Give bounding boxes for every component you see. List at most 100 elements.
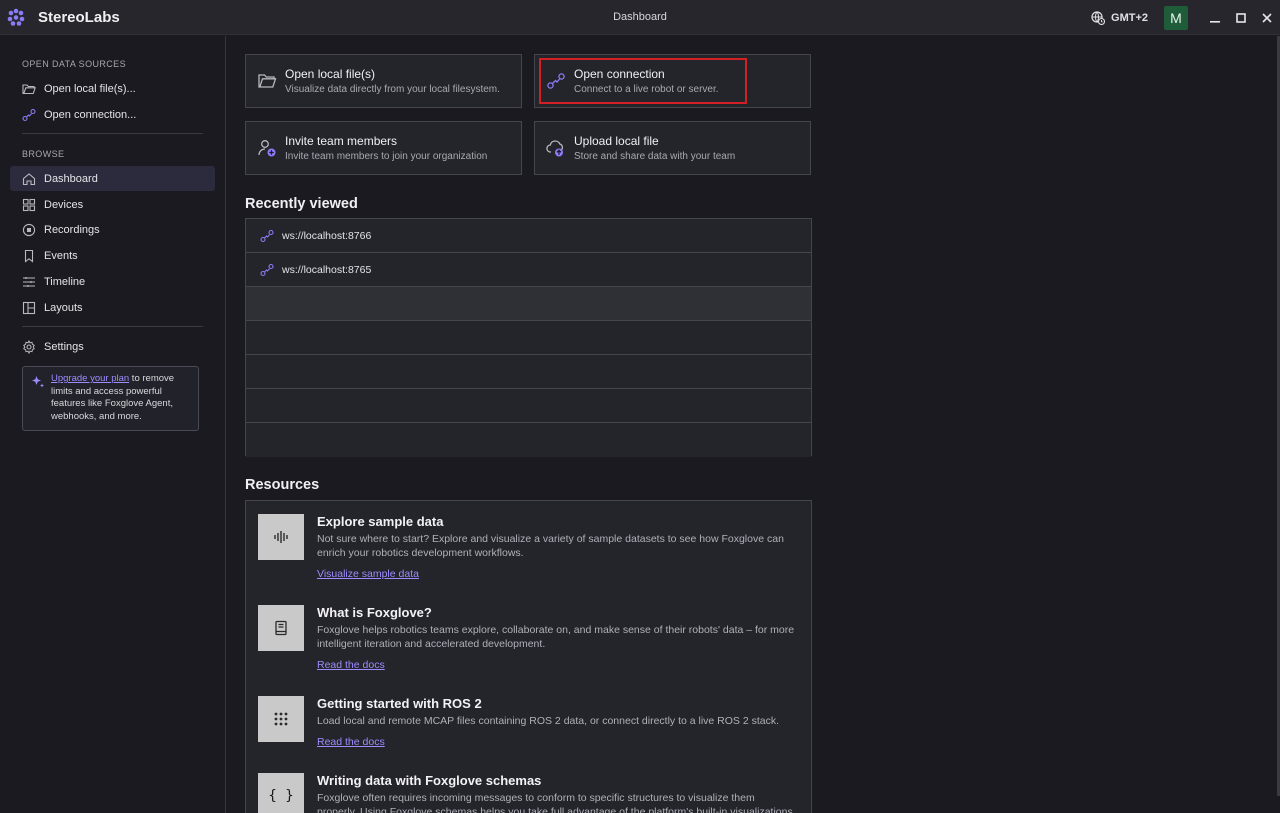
browse-heading: BROWSE — [22, 149, 65, 159]
resources-panel: Explore sample data Not sure where to st… — [245, 500, 812, 813]
close-button[interactable] — [1254, 0, 1280, 35]
resource-description: Not sure where to start? Explore and vis… — [317, 533, 784, 559]
recent-item-label: ws://localhost:8765 — [282, 263, 372, 276]
brand-name[interactable]: StereoLabs — [38, 9, 120, 26]
resource-title: What is Foxglove? — [317, 605, 432, 620]
empty-row — [246, 423, 811, 457]
resource-item: { } Writing data with Foxglove schemas F… — [258, 773, 798, 813]
braces-icon: { } — [268, 788, 294, 804]
timezone-selector[interactable]: GMT+2 — [1091, 10, 1148, 25]
upgrade-banner: Upgrade your plan to remove limits and a… — [22, 366, 199, 431]
empty-row — [246, 287, 811, 321]
empty-row — [246, 355, 811, 389]
timezone-label: GMT+2 — [1111, 11, 1148, 24]
resource-thumbnail — [258, 605, 304, 651]
empty-row — [246, 321, 811, 355]
recent-item[interactable]: ws://localhost:8765 — [246, 253, 811, 287]
dots-grid-icon — [274, 712, 288, 726]
layouts-icon — [22, 301, 36, 314]
minimize-icon — [1210, 20, 1220, 23]
card-title: Open local file(s) — [285, 67, 376, 81]
title-bar: StereoLabs Dashboard GMT+2 M — [0, 0, 1280, 35]
maximize-button[interactable] — [1228, 0, 1254, 35]
minimize-button[interactable] — [1202, 0, 1228, 35]
sidebar-item-label: Timeline — [44, 275, 86, 288]
sidebar-item-events[interactable]: Events — [10, 243, 215, 268]
sidebar-item-label: Dashboard — [44, 172, 98, 185]
card-subtitle: Visualize data directly from your local … — [285, 84, 500, 95]
sidebar-divider — [22, 133, 203, 134]
resource-title: Writing data with Foxglove schemas — [317, 773, 542, 788]
recently-viewed-heading: Recently viewed — [245, 196, 358, 212]
sidebar-item-layouts[interactable]: Layouts — [10, 295, 215, 320]
sidebar-item-open-connection[interactable]: Open connection... — [10, 102, 215, 127]
empty-row — [246, 389, 811, 423]
close-icon — [1262, 12, 1272, 23]
read-the-docs-link[interactable]: Read the docs — [317, 659, 385, 671]
visualize-sample-data-link[interactable]: Visualize sample data — [317, 568, 419, 580]
resource-item: Getting started with ROS 2 Load local an… — [258, 696, 798, 766]
sidebar-item-open-local-files[interactable]: Open local file(s)... — [10, 76, 215, 101]
card-subtitle: Invite team members to join your organiz… — [285, 151, 488, 162]
sidebar-item-label: Events — [44, 249, 78, 262]
sidebar: OPEN DATA SOURCES Open local file(s)... … — [0, 36, 226, 813]
connection-icon — [260, 263, 274, 276]
upload-local-file-card[interactable]: Upload local file Store and share data w… — [534, 121, 811, 175]
resource-description: Foxglove often requires incoming message… — [317, 792, 796, 813]
sidebar-item-timeline[interactable]: Timeline — [10, 269, 215, 294]
card-title: Invite team members — [285, 134, 398, 148]
timeline-icon — [23, 276, 35, 287]
sidebar-item-devices[interactable]: Devices — [10, 192, 215, 217]
user-avatar[interactable]: M — [1164, 5, 1188, 30]
cloud-upload-icon — [546, 140, 564, 157]
sidebar-item-recordings[interactable]: Recordings — [10, 217, 215, 242]
resource-item: What is Foxglove? Foxglove helps robotic… — [258, 605, 798, 685]
recent-item-label: ws://localhost:8766 — [282, 229, 372, 242]
sparkle-icon — [32, 376, 44, 388]
folder-icon — [22, 83, 36, 94]
resource-thumbnail: { } — [258, 773, 304, 813]
card-title: Upload local file — [574, 134, 659, 148]
main-content: Open local file(s) Visualize data direct… — [227, 36, 1280, 813]
sidebar-item-label: Open local file(s)... — [44, 82, 136, 95]
open-local-files-card[interactable]: Open local file(s) Visualize data direct… — [245, 54, 522, 108]
folder-icon — [258, 74, 277, 88]
sidebar-item-dashboard[interactable]: Dashboard — [10, 166, 215, 191]
card-subtitle: Store and share data with your team — [574, 151, 736, 162]
window-title: Dashboard — [613, 11, 667, 23]
globe-clock-icon — [1091, 10, 1106, 25]
connection-icon — [260, 229, 274, 242]
recent-item[interactable]: ws://localhost:8766 — [246, 219, 811, 253]
upgrade-plan-link[interactable]: Upgrade your plan — [51, 373, 129, 384]
sidebar-item-label: Settings — [44, 340, 84, 353]
resource-title: Getting started with ROS 2 — [317, 696, 482, 711]
home-icon — [22, 172, 36, 185]
resource-description: Foxglove helps robotics teams explore, c… — [317, 624, 795, 650]
resource-thumbnail — [258, 514, 304, 560]
waveform-icon — [274, 531, 288, 543]
connection-icon — [22, 108, 36, 121]
sidebar-item-label: Layouts — [44, 301, 83, 314]
open-data-sources-heading: OPEN DATA SOURCES — [22, 59, 126, 69]
resources-heading: Resources — [245, 477, 320, 493]
invite-team-members-card[interactable]: Invite team members Invite team members … — [245, 121, 522, 175]
read-the-docs-link[interactable]: Read the docs — [317, 736, 385, 748]
maximize-icon — [1236, 12, 1246, 23]
recently-viewed-list: ws://localhost:8766 ws://localhost:8765 — [245, 218, 812, 457]
sidebar-item-settings[interactable]: Settings — [10, 334, 215, 359]
resource-thumbnail — [258, 696, 304, 742]
app-logo-icon — [7, 8, 25, 26]
highlight-box — [539, 58, 747, 104]
sidebar-item-label: Recordings — [44, 223, 100, 236]
resource-title: Explore sample data — [317, 514, 444, 529]
user-add-icon — [258, 140, 276, 157]
bookmark-icon — [24, 249, 34, 263]
resource-description: Load local and remote MCAP files contain… — [317, 715, 780, 727]
sidebar-item-label: Devices — [44, 198, 84, 211]
sidebar-item-label: Open connection... — [44, 108, 137, 121]
sidebar-divider — [22, 326, 203, 327]
resource-item: Explore sample data Not sure where to st… — [258, 514, 798, 594]
gear-icon — [23, 339, 35, 354]
grid-icon — [22, 198, 36, 211]
record-icon — [22, 223, 36, 236]
